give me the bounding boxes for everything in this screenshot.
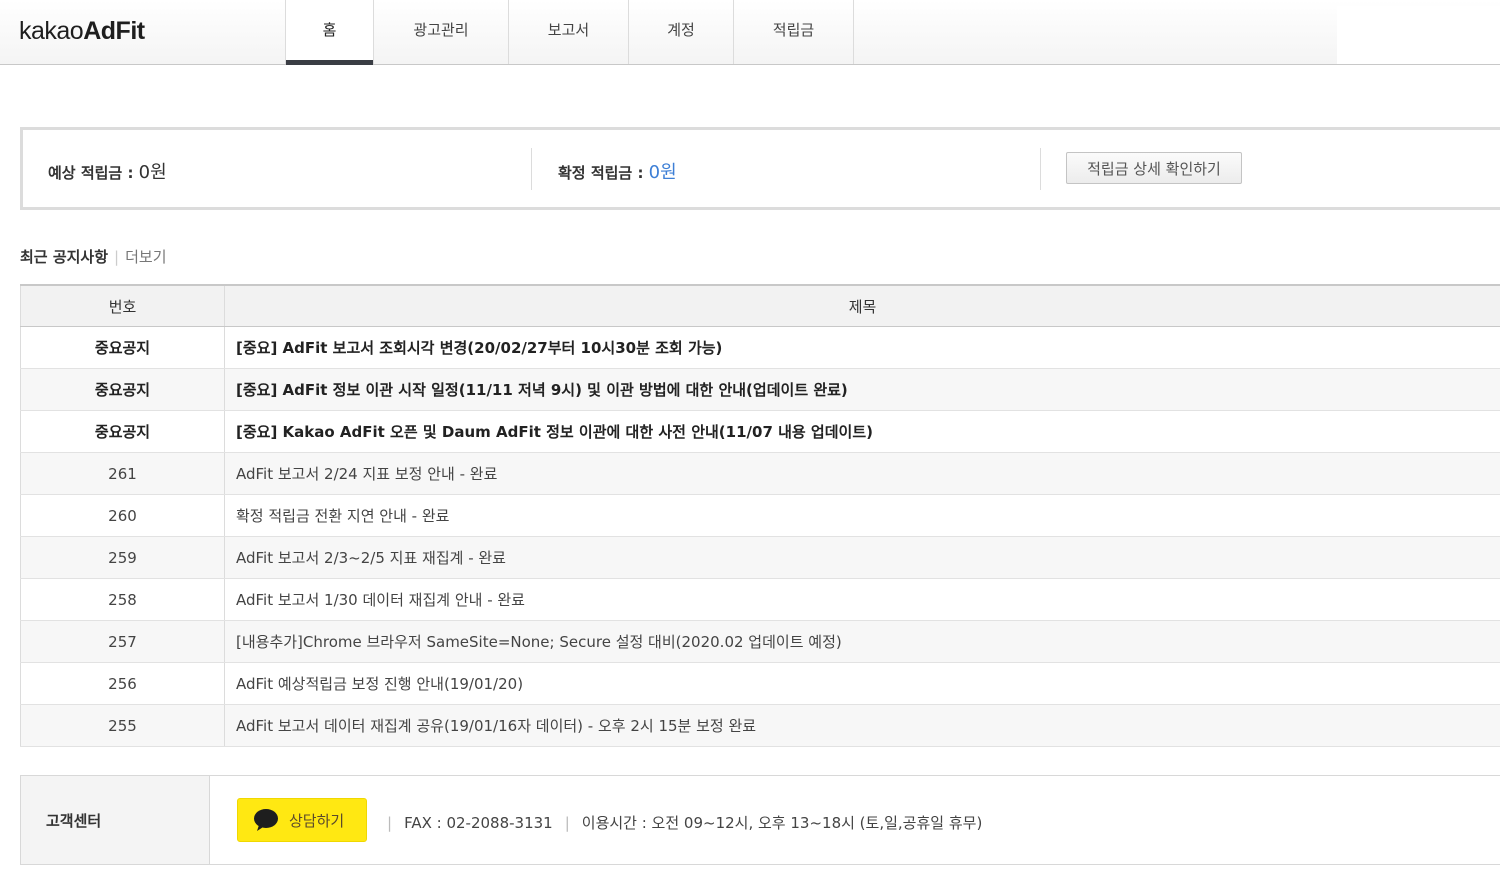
- table-row[interactable]: 259 AdFit 보고서 2/3~2/5 지표 재집계 - 완료: [20, 536, 1500, 579]
- notice-number: 257: [20, 620, 225, 663]
- table-row[interactable]: 중요공지 [중요] AdFit 정보 이관 시작 일정(11/11 저녁 9시) …: [20, 368, 1500, 411]
- table-row[interactable]: 중요공지 [중요] Kakao AdFit 오픈 및 Daum AdFit 정보 …: [20, 410, 1500, 453]
- consult-chat-button[interactable]: 상담하기: [237, 798, 367, 842]
- main-nav: 홈 광고관리 보고서 계정 적립금: [285, 0, 854, 65]
- divider: |: [564, 814, 570, 832]
- service-hours: 이용시간 : 오전 09~12시, 오후 13~18시 (토,일,공휴일 휴무): [581, 814, 983, 832]
- notice-number: 261: [20, 452, 225, 495]
- notice-number: 259: [20, 536, 225, 579]
- speech-bubble-icon: [254, 809, 278, 831]
- notice-title-cell: AdFit 보고서 2/24 지표 보정 안내 - 완료: [224, 452, 1500, 495]
- table-row[interactable]: 255 AdFit 보고서 데이터 재집계 공유(19/01/16자 데이터) -…: [20, 704, 1500, 747]
- table-header-row: 번호 제목: [20, 285, 1500, 327]
- notice-title-link[interactable]: [내용추가]Chrome 브라우저 SameSite=None; Secure …: [236, 633, 842, 651]
- notice-number: 258: [20, 578, 225, 621]
- notice-title-cell: AdFit 보고서 2/3~2/5 지표 재집계 - 완료: [224, 536, 1500, 579]
- nav-savings[interactable]: 적립금: [734, 0, 854, 64]
- notice-number: 중요공지: [20, 368, 225, 411]
- notice-title-cell: AdFit 예상적립금 보정 진행 안내(19/01/20): [224, 662, 1500, 705]
- column-header-number: 번호: [20, 285, 225, 327]
- notice-title-cell: [중요] Kakao AdFit 오픈 및 Daum AdFit 정보 이관에 …: [224, 410, 1500, 453]
- header-user-area: [1337, 6, 1500, 64]
- notice-more-link[interactable]: 더보기: [125, 248, 166, 266]
- nav-account[interactable]: 계정: [629, 0, 734, 64]
- notice-title-link[interactable]: AdFit 보고서 2/24 지표 보정 안내 - 완료: [236, 465, 497, 483]
- notice-title-link[interactable]: [중요] AdFit 보고서 조회시각 변경(20/02/27부터 10시30분…: [236, 339, 722, 357]
- summary-divider: [531, 148, 532, 190]
- notice-title-link[interactable]: 확정 적립금 전환 지연 안내 - 완료: [236, 507, 449, 525]
- notice-number: 255: [20, 704, 225, 747]
- notice-heading: 최근 공지사항 | 더보기: [20, 246, 167, 267]
- notice-title-link[interactable]: AdFit 예상적립금 보정 진행 안내(19/01/20): [236, 675, 523, 693]
- expected-savings: 예상 적립금 : 0원: [48, 162, 167, 183]
- notice-title-link[interactable]: [중요] AdFit 정보 이관 시작 일정(11/11 저녁 9시) 및 이관…: [236, 381, 848, 399]
- nav-ad-management[interactable]: 광고관리: [374, 0, 509, 64]
- notice-number: 중요공지: [20, 410, 225, 453]
- table-row[interactable]: 257 [내용추가]Chrome 브라우저 SameSite=None; Secu…: [20, 620, 1500, 663]
- notice-number: 중요공지: [20, 326, 225, 369]
- notice-number: 260: [20, 494, 225, 537]
- notice-title-cell: AdFit 보고서 데이터 재집계 공유(19/01/16자 데이터) - 오후…: [224, 704, 1500, 747]
- notice-title-cell: [내용추가]Chrome 브라우저 SameSite=None; Secure …: [224, 620, 1500, 663]
- customer-center: 고객센터 상담하기 | FAX : 02-2088-3131 | 이용시간 : 오전 …: [20, 775, 1500, 865]
- customer-center-label: 고객센터: [20, 776, 210, 864]
- table-row[interactable]: 중요공지 [중요] AdFit 보고서 조회시각 변경(20/02/27부터 10…: [20, 326, 1500, 369]
- nav-reports[interactable]: 보고서: [509, 0, 629, 64]
- savings-summary: 예상 적립금 : 0원 확정 적립금 : 0원 적립금 상세 확인하기: [20, 127, 1500, 210]
- notice-number: 256: [20, 662, 225, 705]
- kakao-adfit-logo[interactable]: kakaoAdFit: [19, 17, 145, 46]
- column-header-title: 제목: [224, 285, 1500, 327]
- notice-title-cell: [중요] AdFit 보고서 조회시각 변경(20/02/27부터 10시30분…: [224, 326, 1500, 369]
- notice-title-link[interactable]: AdFit 보고서 1/30 데이터 재집계 안내 - 완료: [236, 591, 525, 609]
- notice-table: 번호 제목 중요공지 [중요] AdFit 보고서 조회시각 변경(20/02/2…: [20, 284, 1500, 747]
- table-row[interactable]: 261 AdFit 보고서 2/24 지표 보정 안내 - 완료: [20, 452, 1500, 495]
- nav-home[interactable]: 홈: [285, 0, 374, 65]
- notice-title-link[interactable]: AdFit 보고서 2/3~2/5 지표 재집계 - 완료: [236, 549, 506, 567]
- table-row[interactable]: 258 AdFit 보고서 1/30 데이터 재집계 안내 - 완료: [20, 578, 1500, 621]
- divider: |: [387, 814, 393, 832]
- table-row[interactable]: 256 AdFit 예상적립금 보정 진행 안내(19/01/20): [20, 662, 1500, 705]
- customer-center-info: | FAX : 02-2088-3131 | 이용시간 : 오전 09~12시, 오후…: [387, 812, 982, 833]
- top-header: kakaoAdFit 홈 광고관리 보고서 계정 적립금: [0, 0, 1500, 65]
- notice-title: 최근 공지사항: [20, 248, 109, 266]
- divider: |: [114, 248, 120, 266]
- notice-title-link[interactable]: AdFit 보고서 데이터 재집계 공유(19/01/16자 데이터) - 오후…: [236, 717, 756, 735]
- savings-detail-button[interactable]: 적립금 상세 확인하기: [1066, 152, 1242, 184]
- notice-title-cell: 확정 적립금 전환 지연 안내 - 완료: [224, 494, 1500, 537]
- notice-title-link[interactable]: [중요] Kakao AdFit 오픈 및 Daum AdFit 정보 이관에 …: [236, 423, 873, 441]
- fax-number: FAX : 02-2088-3131: [404, 814, 553, 832]
- confirmed-savings: 확정 적립금 : 0원: [558, 162, 677, 183]
- summary-divider: [1040, 148, 1041, 190]
- notice-title-cell: [중요] AdFit 정보 이관 시작 일정(11/11 저녁 9시) 및 이관…: [224, 368, 1500, 411]
- table-row[interactable]: 260 확정 적립금 전환 지연 안내 - 완료: [20, 494, 1500, 537]
- notice-title-cell: AdFit 보고서 1/30 데이터 재집계 안내 - 완료: [224, 578, 1500, 621]
